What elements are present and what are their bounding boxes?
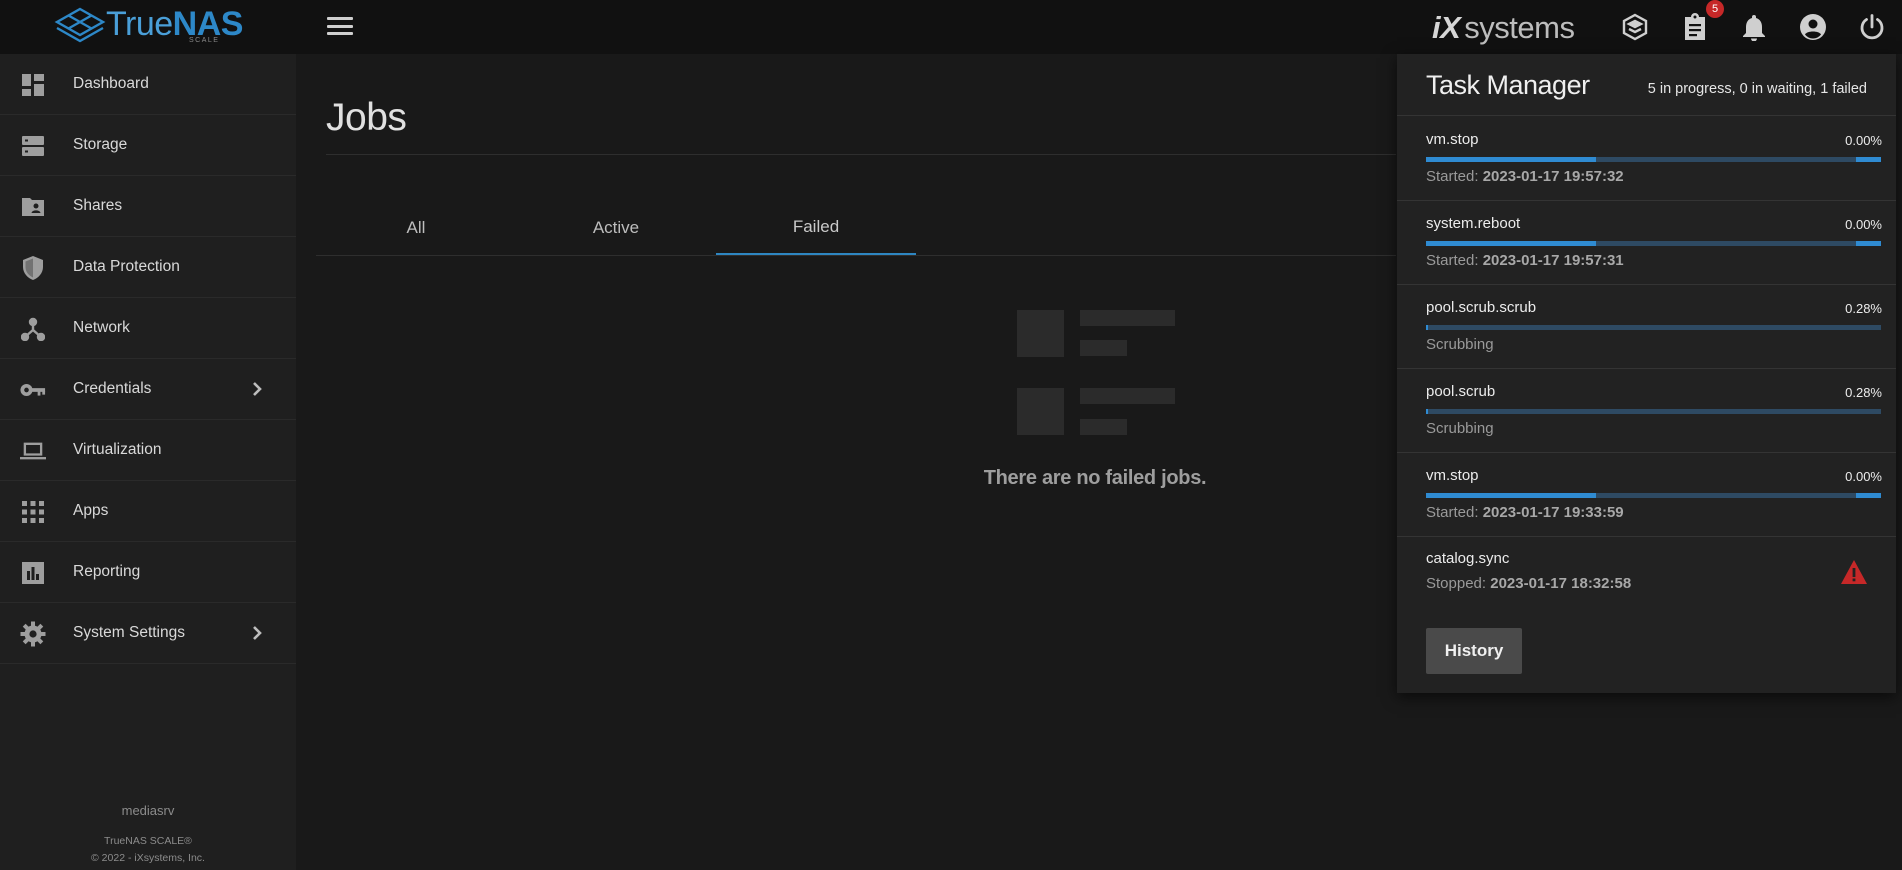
sidebar-item-label: Data Protection — [73, 258, 180, 275]
sidebar-item-storage[interactable]: Storage — [0, 115, 296, 176]
brand-edition: SCALE — [189, 37, 220, 44]
job-status: Started: 2023-01-17 19:57:32 — [1426, 168, 1624, 185]
job-progress-bar — [1426, 325, 1881, 330]
dashboard-icon — [20, 72, 46, 98]
truenas-logo[interactable]: TrueNAS SCALE — [54, 4, 244, 48]
job-item[interactable]: vm.stop 0.00% Started: 2023-01-17 19:33:… — [1397, 453, 1896, 537]
shield-icon — [20, 255, 46, 281]
sidebar-item-label: Reporting — [73, 563, 141, 580]
task-manager-title: Task Manager — [1426, 70, 1590, 100]
sidebar-item-label: System Settings — [73, 624, 185, 641]
laptop-icon — [20, 438, 46, 464]
hostname: mediasrv — [121, 803, 175, 818]
network-icon — [20, 316, 46, 342]
job-name: system.reboot — [1426, 215, 1521, 232]
brand-name: TrueNAS — [106, 5, 243, 43]
clipboard-icon — [1685, 13, 1705, 40]
job-percent: 0.00% — [1845, 217, 1882, 232]
divider — [326, 154, 1396, 155]
tab-active[interactable]: Active — [516, 200, 716, 255]
chevron-right-icon — [253, 626, 262, 640]
job-status: Started: 2023-01-17 19:33:59 — [1426, 504, 1624, 521]
tasks-badge: 5 — [1706, 0, 1724, 18]
job-name: vm.stop — [1426, 131, 1479, 148]
job-percent: 0.28% — [1845, 301, 1882, 316]
job-progress-bar — [1426, 157, 1881, 162]
sidebar-item-label: Storage — [73, 136, 128, 153]
warning-icon — [1841, 560, 1867, 584]
job-status: Started: 2023-01-17 19:57:31 — [1426, 252, 1624, 269]
page-title: Jobs — [326, 96, 407, 139]
storage-icon — [20, 133, 46, 159]
sidebar-item-reporting[interactable]: Reporting — [0, 542, 296, 603]
sidebar-item-apps[interactable]: Apps — [0, 481, 296, 542]
sidebar: Dashboard Storage Shares Data Protection… — [0, 54, 296, 870]
account-icon[interactable] — [1798, 12, 1828, 42]
job-item[interactable]: pool.scrub.scrub 0.28% Scrubbing — [1397, 285, 1896, 369]
job-progress-bar — [1426, 241, 1881, 246]
empty-message: There are no failed jobs. — [983, 467, 1207, 489]
sidebar-item-system-settings[interactable]: System Settings — [0, 603, 296, 664]
job-percent: 0.00% — [1845, 469, 1882, 484]
empty-list-icon — [1017, 310, 1175, 436]
sidebar-item-label: Network — [73, 319, 130, 336]
job-name: pool.scrub — [1426, 383, 1496, 400]
tab-all[interactable]: All — [316, 200, 516, 255]
job-name: catalog.sync — [1426, 550, 1510, 567]
task-manager-header: Task Manager 5 in progress, 0 in waiting… — [1397, 54, 1896, 116]
job-progress-bar — [1426, 493, 1881, 498]
bar-chart-icon — [20, 560, 46, 586]
truecommand-icon[interactable] — [1620, 12, 1650, 42]
task-manager-button[interactable]: 5 — [1680, 0, 1724, 42]
job-item-failed[interactable]: catalog.sync Stopped: 2023-01-17 18:32:5… — [1397, 537, 1896, 615]
apps-grid-icon — [20, 499, 46, 525]
sidebar-item-label: Dashboard — [73, 75, 149, 92]
gear-icon — [20, 621, 46, 647]
job-progress-bar — [1426, 409, 1881, 414]
sidebar-item-label: Credentials — [73, 380, 152, 397]
copyright-text: © 2022 - iXsystems, Inc. — [91, 852, 205, 864]
sidebar-item-shares[interactable]: Shares — [0, 176, 296, 237]
sidebar-item-label: Virtualization — [73, 441, 162, 458]
tab-failed[interactable]: Failed — [716, 200, 916, 255]
sidebar-item-label: Shares — [73, 197, 123, 214]
power-icon[interactable] — [1857, 12, 1887, 42]
folder-shared-icon — [20, 194, 46, 220]
sidebar-item-label: Apps — [73, 502, 109, 519]
job-percent: 0.28% — [1845, 385, 1882, 400]
sidebar-item-credentials[interactable]: Credentials — [0, 359, 296, 420]
job-item[interactable]: pool.scrub 0.28% Scrubbing — [1397, 369, 1896, 453]
job-tabs: All Active Failed — [316, 200, 1396, 256]
product-name: TrueNAS SCALE® — [104, 835, 192, 847]
job-status: Stopped: 2023-01-17 18:32:58 — [1426, 575, 1632, 592]
bell-icon[interactable] — [1739, 12, 1769, 42]
sidebar-item-dashboard[interactable]: Dashboard — [0, 54, 296, 115]
job-name: vm.stop — [1426, 467, 1479, 484]
history-button[interactable]: History — [1426, 628, 1522, 674]
sidebar-item-virtualization[interactable]: Virtualization — [0, 420, 296, 481]
top-bar: TrueNAS SCALE iX systems 5 — [0, 0, 1902, 54]
key-icon — [20, 377, 46, 403]
task-summary: 5 in progress, 0 in waiting, 1 failed — [1647, 81, 1867, 97]
truenas-logo-icon — [54, 7, 106, 43]
job-name: pool.scrub.scrub — [1426, 299, 1537, 316]
job-status: Scrubbing — [1426, 420, 1494, 437]
ixsystems-logo[interactable]: iX systems — [1432, 8, 1575, 48]
sidebar-item-data-protection[interactable]: Data Protection — [0, 237, 296, 298]
task-manager-panel: Task Manager 5 in progress, 0 in waiting… — [1397, 54, 1896, 693]
job-percent: 0.00% — [1845, 133, 1882, 148]
job-item[interactable]: system.reboot 0.00% Started: 2023-01-17 … — [1397, 201, 1896, 285]
job-item[interactable]: vm.stop 0.00% Started: 2023-01-17 19:57:… — [1397, 117, 1896, 201]
chevron-right-icon — [253, 382, 262, 396]
sidebar-item-network[interactable]: Network — [0, 298, 296, 359]
menu-icon[interactable] — [326, 14, 354, 38]
copyright: TrueNAS SCALE® © 2022 - iXsystems, Inc. — [0, 833, 296, 867]
job-status: Scrubbing — [1426, 336, 1494, 353]
